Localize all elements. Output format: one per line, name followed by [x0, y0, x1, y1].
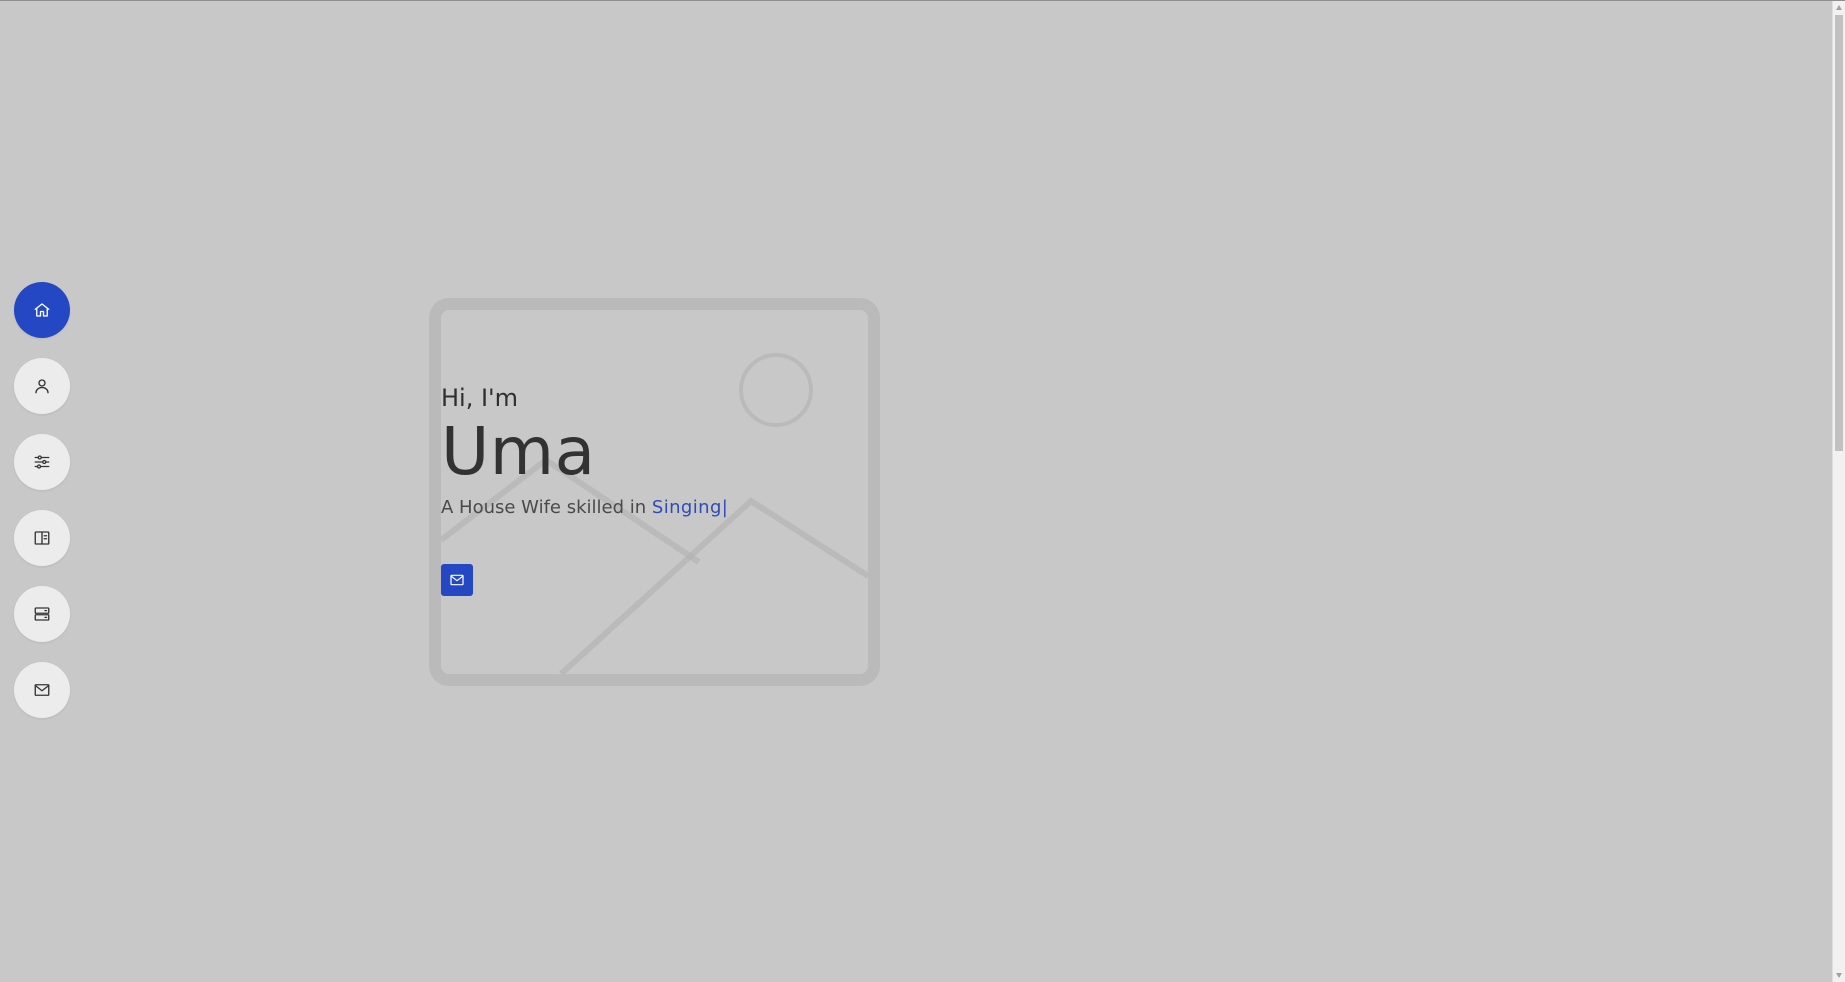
hero-typed-skill: Singing [651, 497, 722, 518]
nav-contact-button[interactable] [14, 662, 70, 718]
hero-tagline: A House Wife skilled in Singing| [441, 496, 1201, 520]
home-icon [34, 303, 50, 317]
mail-icon [34, 684, 50, 696]
hero-name: Uma [441, 413, 596, 490]
hero-greeting: Hi, I'm [441, 384, 519, 412]
scrollbar-thumb[interactable] [1835, 15, 1843, 451]
sidebar-nav [14, 282, 70, 718]
user-icon [35, 379, 49, 394]
scroll-up-arrow-icon[interactable] [1836, 5, 1842, 10]
nav-skills-button[interactable] [14, 434, 70, 490]
page: Hi, I'm Uma A House Wife skilled in Sing… [0, 0, 1845, 982]
nav-about-button[interactable] [14, 358, 70, 414]
nav-services-button[interactable] [14, 586, 70, 642]
contact-mail-button[interactable] [441, 564, 473, 596]
scroll-down-arrow-icon[interactable] [1836, 973, 1842, 978]
vertical-scrollbar[interactable] [1832, 1, 1845, 982]
typing-cursor: | [721, 497, 728, 518]
nav-home-button[interactable] [14, 282, 70, 338]
book-icon [34, 531, 50, 545]
hero-tagline-prefix: A House Wife skilled in [441, 497, 647, 518]
server-icon [34, 607, 50, 621]
hero-section: Hi, I'm Uma A House Wife skilled in Sing… [441, 384, 1201, 596]
mail-icon [450, 574, 464, 586]
sliders-icon [34, 455, 50, 469]
nav-resume-button[interactable] [14, 510, 70, 566]
